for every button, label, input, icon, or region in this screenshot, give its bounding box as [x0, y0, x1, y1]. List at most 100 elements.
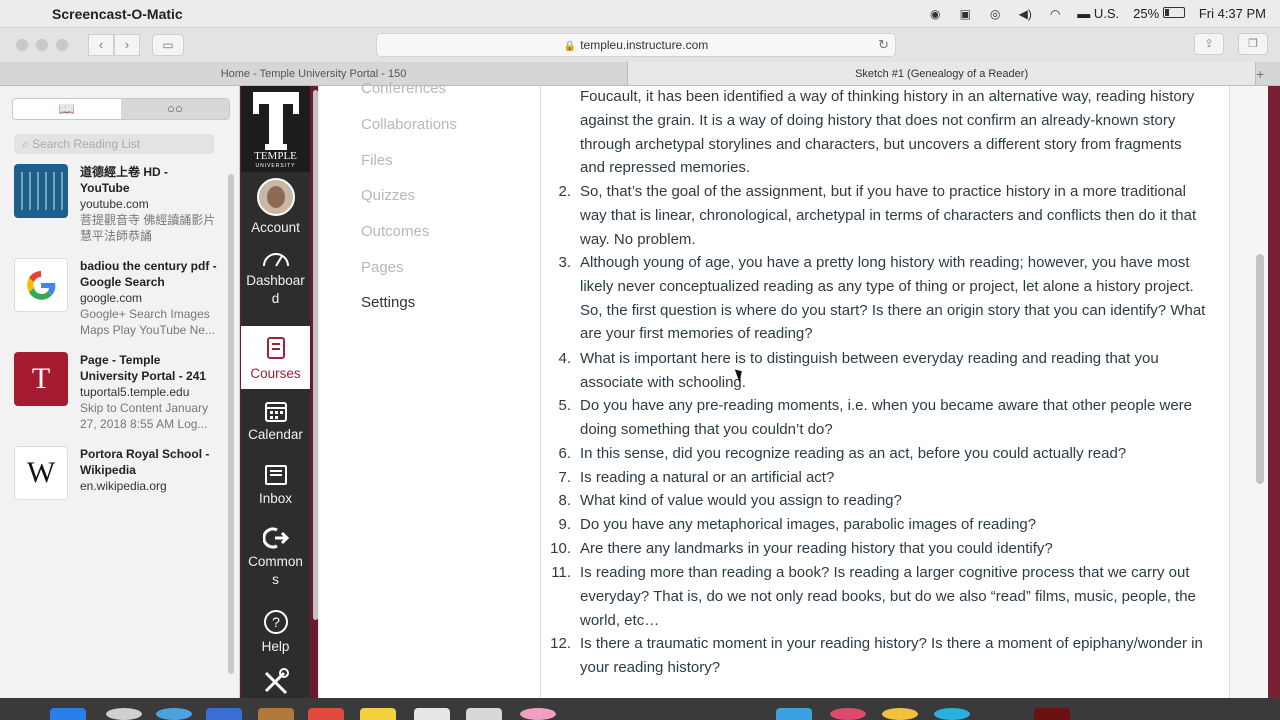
assignment-content: Foucault, it has been identified a way o… [540, 86, 1230, 698]
nav-label: Account [251, 220, 300, 235]
course-nav-settings[interactable]: Settings [361, 294, 415, 311]
list-number: 5. [558, 397, 571, 414]
tab-sketch[interactable]: Sketch #1 (Genealogy of a Reader) [628, 62, 1257, 85]
dock-reminders-icon[interactable] [414, 708, 450, 720]
nav-courses[interactable]: Courses [241, 326, 310, 389]
dock-appstore-icon[interactable] [776, 708, 812, 720]
calendar-icon [264, 402, 287, 422]
window-controls [16, 39, 68, 51]
reading-list-item[interactable]: 道德經上卷 HD - YouTube youtube.com 菩提觀音寺 佛經讀… [14, 164, 226, 244]
nav-help[interactable]: ? Help [241, 599, 310, 661]
logo-text: TEMPLE [254, 150, 297, 162]
list-text: In this sense, did you recognize reading… [580, 445, 1127, 462]
temple-logo[interactable]: TEMPLE UNIVERSITY [241, 86, 310, 172]
list-text: Is reading a natural or an artificial ac… [580, 469, 835, 486]
reading-list-item[interactable]: T Page - Temple University Portal - 241 … [14, 352, 226, 432]
list-number: 9. [558, 516, 571, 533]
item-desc: Skip to Content January 27, 2018 8:55 AM… [80, 401, 209, 431]
course-nav-files[interactable]: Files [361, 152, 393, 169]
dock-textedit-icon[interactable] [466, 708, 502, 720]
dock-photos-icon[interactable] [520, 708, 556, 720]
dock-mail-icon[interactable] [206, 708, 242, 720]
share-icon[interactable]: ⇪ [1194, 33, 1224, 55]
address-bar[interactable]: 🔒 templeu.instructure.com ↻ [376, 33, 896, 57]
google-g-icon [14, 258, 68, 312]
app-name[interactable]: Screencast-O-Matic [52, 6, 183, 22]
item-host: en.wikipedia.org [80, 479, 167, 493]
calligraphy-icon [21, 172, 63, 210]
battery-status[interactable]: 25% [1133, 6, 1185, 21]
list-number: 10. [550, 540, 571, 557]
list-text: Is there a traumatic moment in your read… [580, 635, 1203, 676]
tab-bar: Home - Temple University Portal - 150 Sk… [0, 62, 1280, 86]
search-placeholder: Search Reading List [32, 137, 141, 151]
item-desc: 菩提觀音寺 佛經讀誦影片 慧平法師恭誦 [80, 213, 216, 243]
content-scrollbar[interactable] [1256, 254, 1264, 484]
course-nav-scrollbar[interactable] [313, 90, 318, 620]
reading-list-scrollbar[interactable] [228, 174, 234, 674]
nav-commons[interactable]: Commons [241, 517, 310, 599]
nav-label: Dashboard [246, 273, 305, 306]
dock-calendar-icon[interactable] [308, 708, 344, 720]
sidebar-toggle-icon[interactable]: ▭ [152, 34, 184, 56]
temple-t-icon: T [14, 352, 68, 406]
nav-calendar[interactable]: Calendar [241, 389, 310, 453]
list-number: 3. [558, 254, 571, 271]
clock[interactable]: Fri 4:37 PM [1199, 6, 1266, 21]
nav-label: Inbox [258, 491, 293, 506]
reading-list-icon[interactable]: ○○ [121, 99, 229, 119]
back-button[interactable]: ‹ [88, 34, 114, 56]
toolbar-right: ⇪ ❐ [1194, 33, 1268, 55]
forward-button[interactable]: › [114, 34, 140, 56]
tabs-overview-icon[interactable]: ❐ [1238, 33, 1268, 55]
dock-launchpad-icon[interactable] [106, 708, 142, 720]
reload-icon[interactable]: ↻ [878, 34, 889, 56]
new-tab-icon[interactable]: + [1256, 62, 1266, 85]
item-title: 道德經上卷 HD - YouTube [80, 165, 168, 195]
zoom-window-button[interactable] [56, 39, 68, 51]
notification-icon[interactable]: ▣ [957, 7, 973, 21]
dock-screencast-icon[interactable] [1034, 708, 1070, 720]
nav-inbox[interactable]: Inbox [241, 453, 310, 517]
url-text: templeu.instructure.com [580, 38, 709, 52]
history-buttons: ‹ › [88, 34, 140, 56]
list-text: What is important here is to distinguish… [580, 350, 1159, 391]
dock-finder-icon[interactable] [50, 708, 86, 720]
menubar: Screencast-O-Matic ◉ ▣ ◎ ◀) ◠ ▬ U.S. 25%… [0, 0, 1280, 28]
input-source[interactable]: ▬ U.S. [1077, 6, 1119, 21]
dock-itunes-icon[interactable] [830, 708, 866, 720]
list-text: Do you have any pre-reading moments, i.e… [580, 397, 1193, 438]
dock-skype-icon[interactable] [934, 708, 970, 720]
inbox-icon [264, 465, 287, 485]
close-window-button[interactable] [16, 39, 28, 51]
item-desc: Google+ Search Images Maps Play YouTube … [80, 307, 215, 337]
wifi-icon[interactable]: ◠ [1047, 7, 1063, 21]
dock-notes-icon[interactable] [360, 708, 396, 720]
dock-safari-icon[interactable] [156, 708, 192, 720]
courses-icon [266, 337, 285, 359]
course-nav-conferences[interactable]: Conferences [361, 80, 446, 97]
volume-icon[interactable]: ◀) [1017, 7, 1033, 21]
tab-home[interactable]: Home - Temple University Portal - 150 [0, 62, 629, 85]
sync-icon[interactable]: ◎ [987, 7, 1003, 21]
sidebar-segmented-control: 📖 ○○ [12, 98, 230, 120]
course-nav-quizzes[interactable]: Quizzes [361, 187, 415, 204]
course-nav-outcomes[interactable]: Outcomes [361, 223, 429, 240]
bookmarks-icon[interactable]: 📖 [13, 99, 121, 119]
item-title: Page - Temple University Portal - 241 [80, 353, 207, 383]
item-title: badiou the century pdf - Google Search [80, 259, 217, 289]
reading-list-item[interactable]: W Portora Royal School - Wikipedia en.wi… [14, 446, 226, 500]
nav-account[interactable]: Account [241, 172, 310, 236]
item-host: google.com [80, 291, 143, 305]
reading-list-search-input[interactable]: ⌕ Search Reading List [14, 134, 214, 154]
course-nav-pages[interactable]: Pages [361, 259, 404, 276]
nav-tools[interactable] [241, 661, 310, 698]
course-nav-collaborations[interactable]: Collaborations [361, 116, 457, 133]
dock-contacts-icon[interactable] [258, 708, 294, 720]
minimize-window-button[interactable] [36, 39, 48, 51]
dock-chrome-icon[interactable] [882, 708, 918, 720]
record-icon[interactable]: ◉ [927, 7, 943, 21]
list-text: So, that’s the goal of the assignment, b… [580, 183, 1197, 248]
nav-dashboard[interactable]: Dashboard [241, 236, 310, 326]
reading-list-item[interactable]: badiou the century pdf - Google Search g… [14, 258, 226, 338]
